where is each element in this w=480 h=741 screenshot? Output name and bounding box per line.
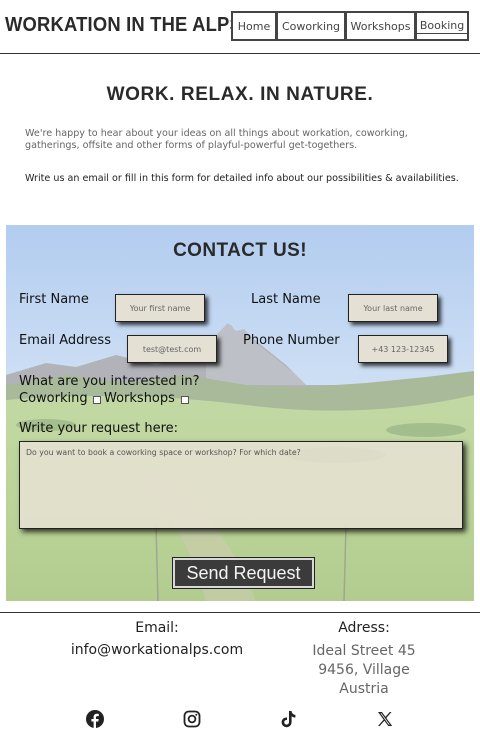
- first-name-label: First Name: [19, 292, 89, 307]
- footer-address: Ideal Street 45 9456, Village Austria: [290, 642, 438, 699]
- last-name-input[interactable]: [348, 294, 438, 322]
- address-line-2: 9456, Village: [318, 662, 410, 678]
- nav-home[interactable]: Home: [231, 11, 277, 41]
- x-icon[interactable]: [375, 709, 395, 729]
- intro-paragraph: We're happy to hear about your ideas on …: [25, 128, 408, 151]
- request-label: Write your request here:: [19, 421, 179, 436]
- interest-label: What are you interested in?: [19, 374, 200, 389]
- nav-booking-label: Booking: [415, 19, 469, 34]
- footer-email-link[interactable]: info@workationalps.com: [0, 642, 314, 658]
- email-input[interactable]: [127, 335, 217, 363]
- coworking-checkbox[interactable]: [93, 396, 101, 404]
- site-header: WORKATION IN THE ALPS Home Coworking Wor…: [0, 0, 480, 54]
- site-footer: Email: info@workationalps.com Adress: Id…: [0, 612, 480, 741]
- footer-email-label: Email:: [135, 620, 179, 636]
- nav-workshops[interactable]: Workshops: [345, 11, 416, 41]
- tiktok-icon[interactable]: [278, 709, 298, 729]
- nav-home-label: Home: [237, 19, 271, 33]
- address-line-3: Austria: [339, 681, 389, 697]
- main-nav: Home Coworking Workshops Booking: [231, 11, 469, 41]
- request-textarea[interactable]: [19, 441, 463, 529]
- email-label: Email Address: [19, 333, 111, 348]
- nav-booking[interactable]: Booking: [415, 11, 469, 41]
- contact-section: CONTACT US! First Name Last Name Email A…: [6, 225, 474, 601]
- workshops-option-label: Workshops: [104, 391, 175, 406]
- contact-title: CONTACT US!: [173, 240, 307, 261]
- page-headline: WORK. RELAX. IN NATURE.: [106, 84, 374, 105]
- send-request-button[interactable]: Send Request: [172, 557, 315, 589]
- instagram-icon[interactable]: [182, 709, 202, 729]
- facebook-icon[interactable]: [85, 709, 105, 729]
- nav-workshops-label: Workshops: [350, 19, 411, 33]
- phone-label: Phone Number: [243, 333, 340, 348]
- coworking-option-label: Coworking: [19, 391, 88, 406]
- phone-input[interactable]: [358, 335, 448, 363]
- alpine-background-image: [6, 225, 474, 601]
- address-line-1: Ideal Street 45: [312, 643, 416, 659]
- nav-coworking-label: Coworking: [281, 19, 341, 33]
- intro-cta-paragraph: Write us an email or fill in this form f…: [25, 173, 459, 184]
- footer-address-label: Adress:: [338, 620, 390, 636]
- nav-coworking[interactable]: Coworking: [276, 11, 346, 41]
- workshops-checkbox[interactable]: [181, 396, 189, 404]
- site-logo-text[interactable]: WORKATION IN THE ALPS: [5, 14, 242, 37]
- first-name-input[interactable]: [115, 294, 205, 322]
- last-name-label: Last Name: [251, 292, 321, 307]
